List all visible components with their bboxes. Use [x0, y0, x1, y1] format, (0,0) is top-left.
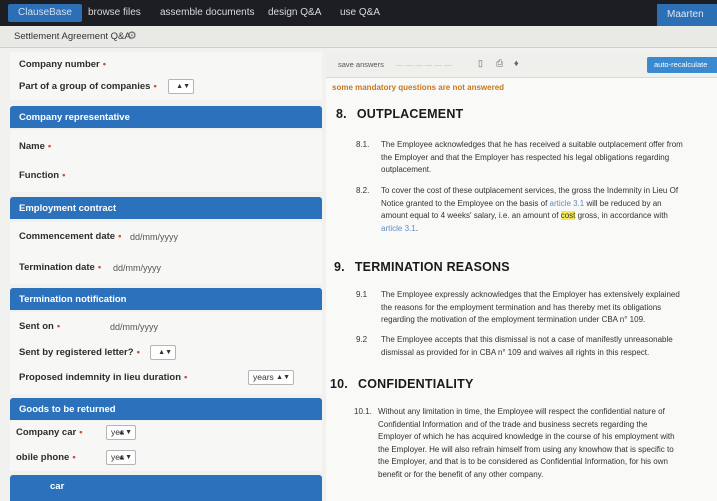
article-link[interactable]: article 3.1 [381, 224, 416, 233]
question-name: Name • [10, 130, 322, 162]
question-sent-on: Sent on • dd/mm/yyyy [10, 312, 322, 340]
heading-termination-reasons: 9. TERMINATION REASONS [334, 260, 510, 274]
heading-outplacement: 8. OUTPLACEMENT [336, 107, 464, 121]
clause-9-1: The Employee expressly acknowledges that… [381, 290, 680, 324]
company-car-label: Company car • [16, 427, 83, 438]
question-company-car: Company car • yes ▲▼ [10, 421, 322, 445]
auto-recalculate-button[interactable]: auto-recalculate [647, 57, 717, 73]
termination-date-input[interactable]: dd/mm/yyyy [113, 263, 161, 273]
indemnity-unit-select[interactable]: years ▲▼ [248, 370, 294, 385]
nav-browse-files[interactable]: browse files [88, 7, 141, 18]
question-part-of-group: Part of a group of companies • ▲▼ [10, 74, 322, 100]
registered-letter-label: Sent by registered letter? • [19, 347, 140, 358]
part-of-group-label: Part of a group of companies • [19, 81, 157, 92]
clause-8-1: The Employee acknowledges that he has re… [381, 140, 683, 174]
question-indemnity-duration: Proposed indemnity in lieu duration • yea… [10, 364, 322, 394]
company-car-select[interactable]: yes ▲▼ [106, 425, 136, 440]
function-label: Function • [19, 170, 66, 181]
commencement-date-input[interactable]: dd/mm/yyyy [130, 232, 178, 242]
user-menu[interactable]: Maarten [657, 4, 717, 26]
document-header: Settlement Agreement Q&A ⚙ [0, 26, 717, 48]
section-employment-contract[interactable]: Employment contract [10, 197, 322, 219]
section-next-partial[interactable]: car [10, 475, 322, 501]
scroll-fade [326, 487, 717, 501]
sent-on-input[interactable]: dd/mm/yyyy [110, 322, 158, 332]
name-label: Name • [19, 141, 52, 152]
cost-highlight[interactable]: cost [560, 211, 576, 220]
document-preview-panel: save answers — — — — — — ▯ ⎙ ♦ auto-reca… [326, 52, 717, 501]
preview-toolbar: save answers — — — — — — ▯ ⎙ ♦ auto-reca… [326, 52, 717, 78]
mobile-phone-label: obile phone • [16, 452, 76, 463]
save-answers-button[interactable]: save answers [338, 60, 384, 69]
clause-8-2: To cover the cost of these outplacement … [381, 186, 679, 233]
clause-number: 8.2. [356, 186, 370, 195]
article-link[interactable]: article 3.1 [550, 199, 585, 208]
gear-icon[interactable]: ⚙ [127, 29, 137, 42]
question-function: Function • [10, 162, 322, 192]
question-registered-letter: Sent by registered letter? • ▲▼ [10, 340, 322, 364]
clause-9-2: The Employee accepts that this dismissal… [381, 335, 673, 357]
clause-10-1: Without any limitation in time, the Empl… [378, 407, 675, 479]
section-company-representative[interactable]: Company representative [10, 106, 322, 128]
heading-confidentiality: 10. CONFIDENTIALITY [330, 377, 474, 391]
clause-number: 9.1 [356, 290, 368, 299]
mobile-phone-select[interactable]: yes ▲▼ [106, 450, 136, 465]
mandatory-warning: some mandatory questions are not answere… [332, 83, 505, 92]
settings-icon[interactable]: ♦ [514, 58, 519, 68]
top-nav-bar: ClauseBase browse files assemble documen… [0, 0, 717, 26]
company-number-label: Company number • [19, 59, 107, 70]
document-title: Settlement Agreement Q&A [14, 31, 131, 42]
section-termination-notification[interactable]: Termination notification [10, 288, 322, 310]
clause-number: 9.2 [356, 335, 368, 344]
indemnity-duration-label: Proposed indemnity in lieu duration • [19, 372, 188, 383]
section-goods-returned[interactable]: Goods to be returned [10, 398, 322, 420]
clause-number: 10.1. [354, 407, 372, 416]
registered-letter-select[interactable]: ▲▼ [150, 345, 176, 360]
pdf-icon[interactable]: ⎙ [496, 58, 503, 69]
document-icon[interactable]: ▯ [478, 58, 483, 69]
commencement-date-label: Commencement date • [19, 231, 122, 242]
nav-use-qa[interactable]: use Q&A [340, 7, 380, 18]
question-mobile-phone: obile phone • yes ▲▼ [10, 445, 322, 471]
sent-on-label: Sent on • [19, 321, 61, 332]
nav-assemble-documents[interactable]: assemble documents [160, 7, 255, 18]
download-button[interactable]: — — — — — — [396, 60, 451, 69]
qa-form-panel: Company number • Part of a group of compa… [10, 52, 322, 501]
termination-date-label: Termination date • [19, 262, 102, 273]
brand-logo[interactable]: ClauseBase [8, 4, 82, 22]
nav-design-qa[interactable]: design Q&A [268, 7, 321, 18]
clause-number: 8.1. [356, 140, 370, 149]
question-commencement-date: Commencement date • dd/mm/yyyy [10, 222, 322, 252]
part-of-group-select[interactable]: ▲▼ [168, 79, 194, 94]
question-termination-date: Termination date • dd/mm/yyyy [10, 252, 322, 284]
